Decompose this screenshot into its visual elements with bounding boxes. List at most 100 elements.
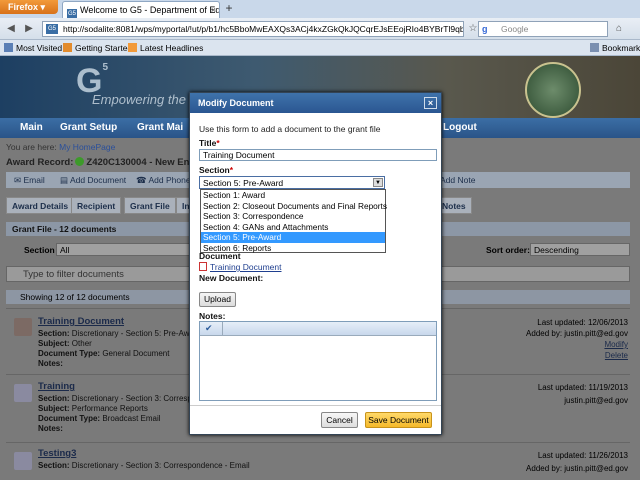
section-label: Section* [199, 165, 233, 175]
breadcrumb-home-link[interactable]: My HomePage [59, 142, 115, 152]
add-note-button[interactable]: Add Note [440, 175, 475, 185]
section-filter-select[interactable]: All [56, 243, 192, 256]
added-by: justin.pitt@ed.gov [564, 396, 628, 405]
section-option-4[interactable]: Section 4: GANs and Attachments [201, 222, 385, 233]
notes-label: Notes: [38, 359, 63, 368]
tab-grant-file[interactable]: Grant File [124, 197, 176, 214]
add-phone-button[interactable]: ☎ Add Phone [136, 175, 191, 186]
document-type: Document Type: General Document [38, 349, 169, 358]
tab-title: Welcome to G5 - Department of Educati... [80, 5, 220, 15]
folder-icon [4, 43, 13, 52]
subject-value: Performance Reports [71, 404, 148, 413]
document-subject: Subject: Performance Reports [38, 404, 148, 413]
sort-order-select[interactable]: Descending [530, 243, 630, 256]
section-value: Discretionary - Section 5: Pre-Awa [71, 329, 194, 338]
section-option-6[interactable]: Section 6: Reports [201, 243, 385, 254]
subject-value: Other [71, 339, 92, 348]
title-input[interactable]: Training Document [199, 149, 437, 161]
notes-label: Notes: [199, 311, 226, 321]
title-label: Title* [199, 138, 220, 148]
search-input[interactable]: g Google [478, 21, 608, 37]
nav-grant-setup[interactable]: Grant Setup [60, 122, 117, 133]
section-label-text: Section [199, 165, 230, 175]
nav-logout[interactable]: Logout [443, 122, 477, 133]
doc-type-value: Broadcast Email [102, 414, 161, 423]
save-document-button[interactable]: Save Document [365, 412, 432, 428]
document-section: Section: Discretionary - Section 3: Corr… [38, 461, 250, 470]
dialog-intro: Use this form to add a document to the g… [199, 124, 381, 134]
section-option-5[interactable]: Section 5: Pre-Award [201, 232, 385, 243]
doc-type-label: Document Type: [38, 414, 101, 423]
bookmarks-menu[interactable]: Bookmarks [590, 43, 640, 53]
tab-close-icon[interactable]: × [211, 5, 216, 15]
section-label: Section: [38, 394, 70, 403]
email-button[interactable]: ✉ Email [14, 175, 45, 186]
nav-main[interactable]: Main [20, 122, 43, 133]
firefox-menu-button[interactable]: Firefox ▾ [0, 0, 58, 14]
sort-order-label: Sort order: [486, 245, 530, 255]
url-text: http://sodalite:8081/wps/myportal/!ut/p/… [63, 24, 464, 34]
close-icon[interactable]: × [424, 97, 437, 109]
new-document-label: New Document: [199, 273, 264, 283]
dialog-footer-divider [190, 405, 441, 406]
document-notes: Notes: [38, 424, 63, 433]
forward-arrow-icon[interactable]: ▶ [22, 22, 36, 36]
document-subject: Subject: Other [38, 339, 92, 348]
logo-sup: 5 [102, 62, 109, 73]
delete-link[interactable]: Delete [605, 351, 628, 360]
back-arrow-icon[interactable]: ◀ [4, 22, 18, 36]
document-title-link[interactable]: Training Document [38, 316, 124, 327]
bookmark-latest-headlines[interactable]: Latest Headlines [128, 43, 203, 53]
notes-editor[interactable]: ✔ [199, 321, 437, 401]
add-phone-label: Add Phone [148, 175, 191, 185]
add-document-button[interactable]: ▤ Add Document [60, 175, 126, 186]
document-section: Section: Discretionary - Section 5: Pre-… [38, 329, 194, 338]
section-option-1[interactable]: Section 1: Award [201, 190, 385, 201]
modify-link[interactable]: Modify [604, 340, 628, 349]
bookmark-most-visited[interactable]: Most Visited [4, 43, 62, 53]
upload-button[interactable]: Upload [199, 292, 236, 307]
new-tab-button[interactable]: + [222, 2, 236, 16]
firefox-icon [63, 43, 72, 52]
spellcheck-icon[interactable]: ✔ [205, 323, 213, 334]
document-title-link[interactable]: Training [38, 381, 75, 392]
department-seal-icon [525, 62, 581, 118]
pdf-icon [199, 262, 207, 271]
bookmark-label: Most Visited [16, 43, 63, 53]
document-type: Document Type: Broadcast Email [38, 414, 161, 423]
required-mark: * [229, 165, 234, 175]
nav-grant-management[interactable]: Grant Mai [137, 122, 183, 133]
section-value: Discretionary - Section 3: Correspondenc… [71, 461, 250, 470]
bookmarks-icon [590, 43, 599, 52]
chevron-down-icon[interactable]: ▼ [373, 178, 383, 187]
url-bar[interactable]: G5 http://sodalite:8081/wps/myportal/!ut… [42, 21, 464, 37]
rss-icon [128, 43, 137, 52]
notes-toolbar: ✔ [200, 322, 436, 336]
section-option-2[interactable]: Section 2: Closeout Documents and Final … [201, 201, 387, 212]
section-select-value: Section 5: Pre-Award [203, 178, 284, 188]
google-icon: g [482, 24, 488, 34]
bookmark-getting-started[interactable]: Getting Started [63, 43, 132, 53]
document-notes: Notes: [38, 359, 63, 368]
section-value: Discretionary - Section 3: Correspo [71, 394, 197, 403]
added-by: Added by: justin.pitt@ed.gov [526, 464, 628, 473]
document-title-link[interactable]: Testing3 [38, 448, 76, 459]
section-label: Section: [38, 329, 70, 338]
section-select[interactable]: Section 5: Pre-Award ▼ [199, 176, 385, 189]
pdf-document-icon [14, 318, 32, 336]
browser-tab[interactable]: G5Welcome to G5 - Department of Educati.… [62, 1, 220, 18]
section-option-3[interactable]: Section 3: Correspondence [201, 211, 385, 222]
search-placeholder: Google [501, 24, 529, 34]
document-actions: Delete [605, 351, 628, 360]
tab-award-details[interactable]: Award Details [6, 197, 75, 214]
cancel-button[interactable]: Cancel [321, 412, 358, 428]
document-actions: Modify [604, 340, 628, 349]
doc-type-label: Document Type: [38, 349, 101, 358]
check-icon [75, 157, 85, 166]
home-icon[interactable]: ⌂ [612, 22, 626, 36]
bookmarks-menu-label: Bookmarks [602, 43, 640, 53]
tab-recipient[interactable]: Recipient [71, 197, 122, 214]
current-document-link[interactable]: Training Document [199, 262, 282, 272]
bookmarks-toolbar: Most Visited Getting Started Latest Head… [0, 40, 640, 56]
bookmark-label: Latest Headlines [140, 43, 204, 53]
